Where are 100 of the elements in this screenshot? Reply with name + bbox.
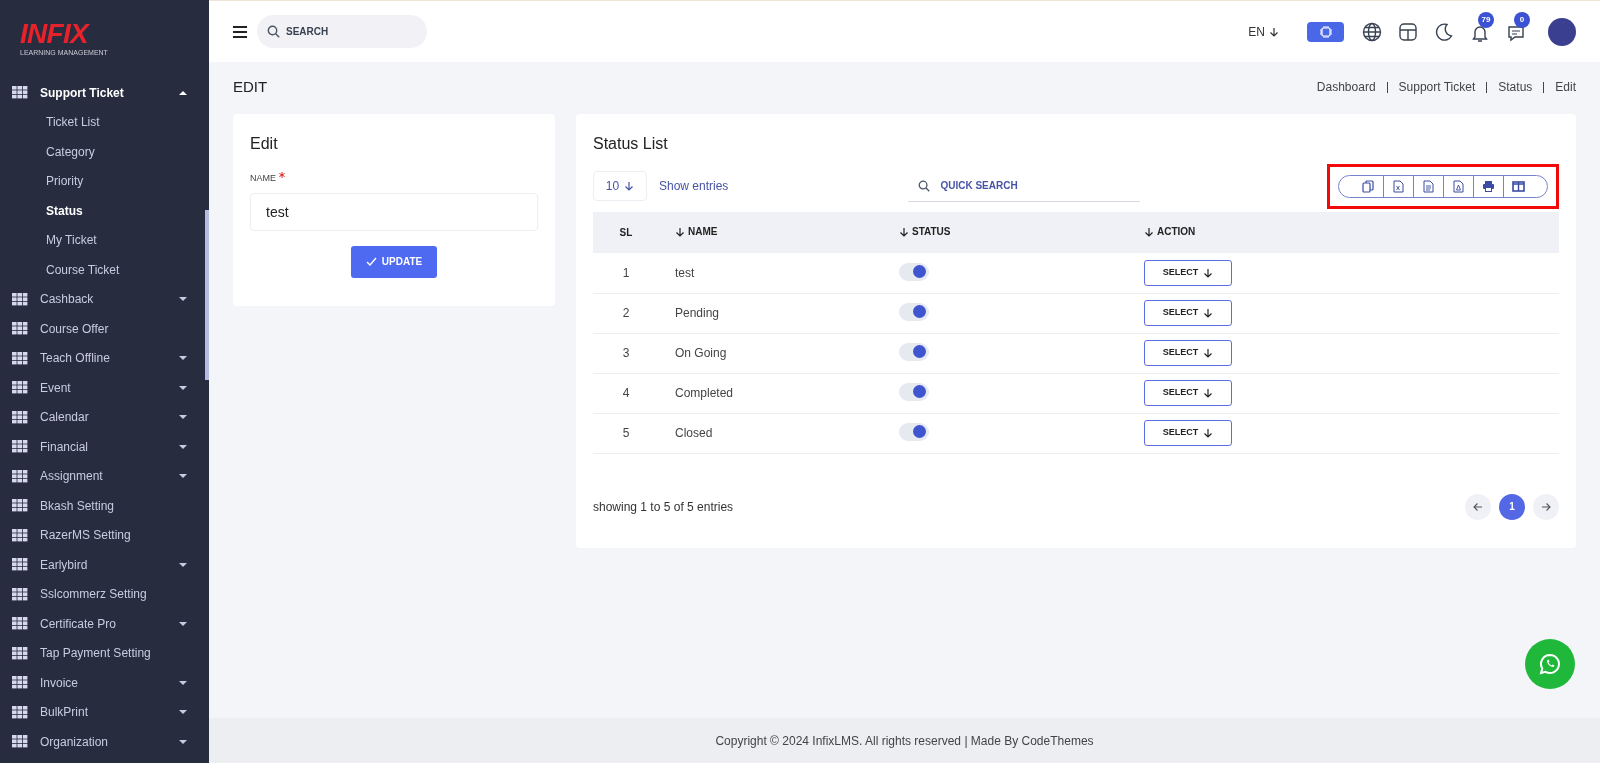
table-cell: 1 bbox=[622, 265, 630, 280]
status-toggle[interactable] bbox=[899, 262, 929, 281]
sidebar-item[interactable]: Calendar bbox=[0, 402, 209, 432]
copyright-text: Copyright © 2024 InfixLMS. All rights reserved | Made By CodeThemes bbox=[715, 732, 1094, 750]
table-cell: 3 bbox=[622, 346, 630, 360]
ai-button[interactable] bbox=[1307, 21, 1344, 42]
arrow-down-icon bbox=[1203, 348, 1214, 358]
submenu-item[interactable]: My Ticket bbox=[0, 225, 209, 255]
status-toggle[interactable] bbox=[899, 422, 929, 441]
sidebar-item[interactable]: Earlybird bbox=[0, 550, 209, 580]
status-toggle[interactable] bbox=[899, 382, 929, 401]
sidebar-item[interactable]: Certificate Pro bbox=[0, 609, 209, 639]
notification-count: 79 bbox=[1478, 11, 1494, 28]
next-page-button[interactable] bbox=[1533, 493, 1559, 520]
arrow-down-icon bbox=[624, 181, 635, 191]
sidebar-item[interactable]: Event bbox=[0, 373, 209, 403]
column-header[interactable]: ACTION bbox=[1144, 224, 1196, 240]
update-button[interactable]: UPDATE bbox=[350, 245, 438, 278]
whatsapp-button[interactable] bbox=[1525, 639, 1575, 689]
grid-icon bbox=[12, 528, 28, 542]
select-button[interactable]: SELECT bbox=[1144, 259, 1232, 286]
search-field[interactable]: SEARCH bbox=[257, 15, 427, 48]
sidebar-item[interactable]: Sslcommerz Setting bbox=[0, 579, 209, 609]
grid-icon bbox=[12, 499, 28, 513]
breadcrumb-link[interactable]: Status bbox=[1498, 78, 1533, 96]
breadcrumb-separator bbox=[1543, 81, 1545, 93]
grid-icon bbox=[12, 558, 28, 572]
page-title: EDIT bbox=[233, 76, 268, 97]
select-button[interactable]: SELECT bbox=[1144, 420, 1232, 446]
columns-icon bbox=[1512, 179, 1525, 193]
submenu-item[interactable]: Priority bbox=[0, 166, 209, 196]
breadcrumb-separator bbox=[1386, 81, 1388, 93]
sidebar-item[interactable]: RazerMS Setting bbox=[0, 520, 209, 550]
check-icon bbox=[365, 257, 377, 266]
grid-icon bbox=[12, 86, 28, 100]
sidebar-item[interactable]: Support Ticket bbox=[0, 78, 209, 108]
sidebar-item[interactable]: Financial bbox=[0, 432, 209, 462]
table-cell: Closed bbox=[675, 426, 713, 440]
grid-icon bbox=[12, 381, 28, 395]
name-input[interactable]: test bbox=[250, 192, 538, 231]
grid-icon bbox=[12, 735, 28, 749]
menu-icon[interactable] bbox=[233, 25, 247, 38]
copy-icon bbox=[1361, 179, 1375, 193]
arrow-right-icon bbox=[1541, 501, 1551, 512]
user-avatar[interactable] bbox=[1548, 17, 1576, 46]
breadcrumb-current: Edit bbox=[1555, 79, 1576, 96]
layout-icon[interactable] bbox=[1398, 21, 1418, 42]
language-selector[interactable]: EN bbox=[1248, 22, 1279, 41]
sidebar-item[interactable]: Organization bbox=[0, 727, 209, 757]
table-cell: 2 bbox=[622, 306, 630, 320]
show-entries-label: Show entries bbox=[659, 178, 729, 195]
arrow-down-icon bbox=[1203, 428, 1214, 438]
message-count: 0 bbox=[1514, 11, 1530, 28]
breadcrumb-link[interactable]: Dashboard bbox=[1316, 78, 1376, 96]
submenu-item[interactable]: Category bbox=[0, 137, 209, 167]
arrow-down-icon bbox=[1203, 308, 1214, 318]
sidebar-item[interactable]: Tap Payment Setting bbox=[0, 638, 209, 668]
select-button[interactable]: SELECT bbox=[1144, 380, 1232, 406]
sidebar-item[interactable]: Cashback bbox=[0, 284, 209, 314]
submenu-item[interactable]: Status bbox=[0, 196, 209, 226]
grid-icon bbox=[12, 587, 28, 601]
column-header[interactable]: STATUS bbox=[899, 224, 951, 240]
table-cell: Completed bbox=[675, 386, 734, 400]
page-size-selector[interactable]: 10 bbox=[593, 171, 647, 201]
chip-icon bbox=[1318, 24, 1333, 39]
sidebar-item[interactable]: BulkPrint bbox=[0, 697, 209, 727]
column-header[interactable]: NAME bbox=[675, 224, 718, 240]
status-toggle[interactable] bbox=[899, 302, 929, 321]
grid-icon bbox=[12, 676, 28, 690]
breadcrumb-link[interactable]: Support Ticket bbox=[1398, 78, 1476, 96]
table-cell: Pending bbox=[675, 306, 720, 320]
sidebar-item[interactable]: Bkash Setting bbox=[0, 491, 209, 521]
globe-icon[interactable] bbox=[1362, 21, 1382, 42]
arrow-down-icon bbox=[1203, 388, 1214, 398]
sidebar-item[interactable]: Assignment bbox=[0, 461, 209, 491]
moon-icon[interactable] bbox=[1434, 21, 1454, 42]
card-title: Edit bbox=[250, 134, 279, 154]
grid-icon bbox=[12, 322, 28, 336]
select-button[interactable]: SELECT bbox=[1144, 300, 1232, 326]
table-cell: On Going bbox=[675, 346, 727, 360]
grid-icon bbox=[12, 351, 28, 365]
text-file-icon bbox=[1422, 179, 1435, 193]
breadcrumb-separator bbox=[1486, 81, 1488, 93]
field-label: NAME bbox=[250, 172, 538, 186]
card-title: Status List bbox=[593, 134, 669, 154]
grid-icon bbox=[12, 440, 28, 454]
status-toggle[interactable] bbox=[899, 342, 929, 361]
select-button[interactable]: SELECT bbox=[1144, 340, 1232, 366]
arrow-down-icon bbox=[1269, 26, 1279, 37]
sidebar-item[interactable]: Invoice bbox=[0, 668, 209, 698]
arrow-down-icon bbox=[1203, 267, 1214, 278]
grid-icon bbox=[12, 410, 28, 424]
submenu-item[interactable]: Course Ticket bbox=[0, 255, 209, 285]
sidebar-item[interactable]: Teach Offline bbox=[0, 343, 209, 373]
sidebar-item[interactable]: Course Offer bbox=[0, 314, 209, 344]
submenu-item[interactable]: Ticket List bbox=[0, 107, 209, 137]
quick-search-field[interactable]: QUICK SEARCH bbox=[908, 170, 1141, 202]
pdf-file-icon bbox=[1452, 179, 1465, 193]
page-button[interactable]: 1 bbox=[1499, 493, 1525, 520]
previous-page-button[interactable] bbox=[1465, 493, 1491, 520]
